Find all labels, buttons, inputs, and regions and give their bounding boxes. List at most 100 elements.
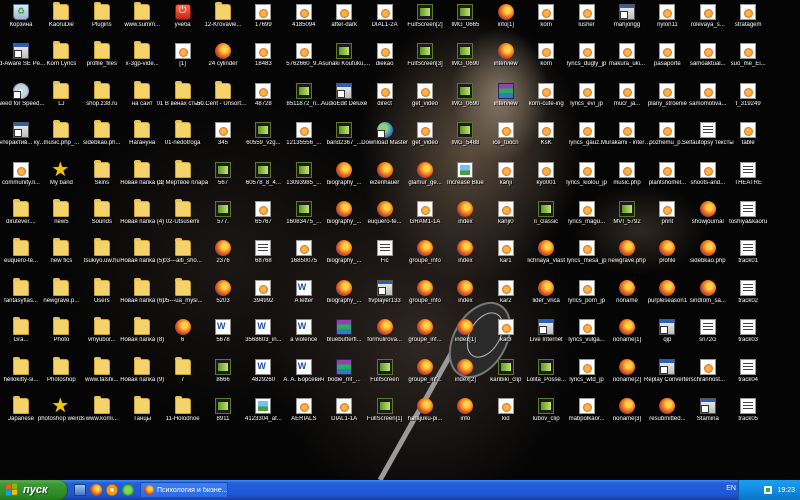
html-file-icon — [255, 4, 272, 20]
firefox-icon — [457, 240, 474, 257]
media-file-icon — [295, 82, 312, 99]
html-file-icon — [295, 122, 312, 139]
folder-icon — [53, 356, 70, 375]
html-file-icon — [578, 398, 595, 414]
star-icon — [51, 393, 69, 418]
html-file-icon — [659, 82, 676, 99]
html-file-icon — [295, 398, 312, 414]
recycle-bin-icon — [13, 4, 29, 20]
desktop-icon[interactable]: suo_me_Ei... — [728, 41, 768, 81]
desktop-icon-label: stratagem — [734, 22, 762, 28]
desktop-icon[interactable]: stratagem — [728, 2, 768, 42]
folder-icon — [174, 159, 191, 178]
folder-icon — [53, 199, 70, 217]
html-file-icon — [699, 4, 716, 20]
html-file-icon — [659, 43, 676, 60]
firefox-icon — [619, 358, 635, 375]
html-file-icon — [578, 161, 595, 178]
messenger-icon[interactable] — [122, 484, 134, 496]
firefox-icon — [699, 201, 716, 217]
text-file-icon — [740, 279, 757, 296]
text-file-icon — [740, 161, 757, 178]
app-shortcut-icon — [336, 82, 353, 99]
taskbar-window-button[interactable]: Психология и бизне... — [140, 482, 228, 498]
globe-icon — [376, 122, 393, 139]
firefox-icon[interactable] — [90, 484, 102, 496]
desktop-icon[interactable]: THEATRE — [728, 160, 768, 200]
folder-icon — [13, 396, 29, 414]
folder-icon — [53, 2, 70, 20]
desktop-icon-label: toshiya&kaoru — [729, 219, 768, 225]
folder-icon — [93, 396, 110, 414]
folder-icon — [93, 2, 110, 20]
html-file-icon — [538, 43, 555, 60]
show-desktop-icon[interactable] — [74, 484, 86, 496]
media-file-icon — [336, 43, 353, 60]
folder-icon — [53, 238, 70, 257]
text-file-icon — [376, 240, 393, 257]
media-file-icon — [255, 122, 272, 139]
media-file-icon — [417, 43, 433, 60]
html-file-icon — [497, 398, 514, 414]
media-file-icon — [215, 358, 231, 375]
html-file-icon — [497, 201, 514, 217]
html-file-icon — [619, 161, 635, 178]
firefox-icon — [417, 398, 433, 414]
desktop-icon[interactable]: track03 — [728, 317, 768, 357]
html-file-icon — [417, 201, 433, 217]
folder-icon — [174, 120, 191, 139]
clock[interactable]: 19:23 — [777, 487, 795, 494]
game-shortcut-icon — [13, 82, 29, 99]
firefox-icon — [699, 279, 716, 296]
firefox-icon — [497, 43, 514, 60]
desktop-icon-label: suo_me_Ei... — [730, 61, 766, 68]
desktop-icon[interactable]: t_319249 — [728, 81, 768, 121]
system-tray: 19:23 — [738, 480, 800, 500]
app-shortcut-icon — [699, 398, 716, 414]
html-file-icon — [376, 4, 393, 20]
desktop-icon[interactable]: track05 — [728, 396, 768, 436]
desktop-icon[interactable]: table — [728, 120, 768, 160]
app-shortcut-icon — [13, 43, 29, 60]
html-file-icon — [619, 122, 635, 139]
media-file-icon — [255, 161, 272, 178]
desktop-icon[interactable]: track04 — [728, 357, 768, 397]
desktop-icon-label: table — [741, 140, 755, 147]
desktop-icon[interactable]: toshiya&kaoru — [728, 199, 768, 239]
folder-icon — [215, 2, 231, 20]
desktop-icon[interactable]: track02 — [728, 278, 768, 318]
text-file-icon — [740, 240, 757, 257]
html-file-icon — [13, 161, 29, 178]
firefox-icon — [538, 279, 555, 296]
text-file-icon — [740, 319, 757, 336]
language-indicator[interactable]: EN — [726, 485, 736, 492]
firefox-icon — [336, 279, 353, 296]
html-file-icon — [538, 82, 555, 99]
desktop-icon-label: track02 — [738, 297, 759, 304]
word-doc-icon — [255, 358, 272, 375]
firefox-icon — [215, 240, 231, 257]
start-button[interactable]: пуск — [0, 480, 68, 500]
firefox-icon — [376, 161, 393, 178]
firefox-icon — [659, 279, 676, 296]
html-file-icon — [578, 319, 595, 336]
firefox-icon — [619, 279, 635, 296]
media-player-icon[interactable] — [106, 484, 118, 496]
folder-icon — [134, 2, 151, 20]
winrar-archive-icon — [336, 319, 353, 336]
word-doc-icon — [255, 319, 272, 336]
media-file-icon — [336, 122, 353, 139]
html-file-icon — [497, 279, 514, 296]
desktop-icon[interactable]: track01 — [728, 238, 768, 278]
firefox-icon — [497, 4, 514, 20]
folder-icon — [93, 238, 110, 257]
app-shortcut-icon — [659, 358, 676, 375]
app-shortcut-icon — [376, 279, 393, 296]
html-file-icon — [336, 4, 353, 20]
folder-icon — [93, 356, 110, 375]
tray-app-icon[interactable] — [764, 486, 773, 494]
firefox-icon — [659, 398, 676, 414]
html-file-icon — [578, 201, 595, 217]
html-file-icon — [376, 82, 393, 99]
media-file-icon — [295, 201, 312, 217]
